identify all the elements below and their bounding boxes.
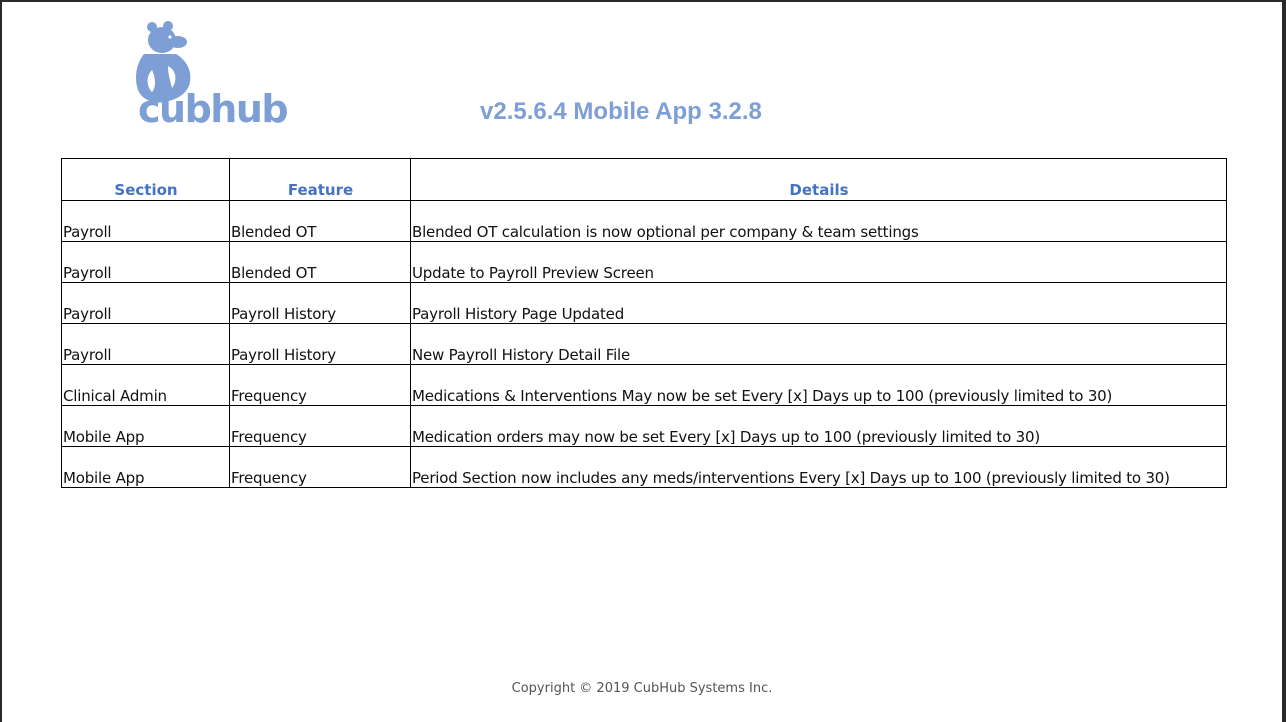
column-header-section: Section [61,158,230,201]
cell-section: Mobile App [61,405,230,447]
cell-details: Blended OT calculation is now optional p… [410,200,1227,242]
cell-details: Medications & Interventions May now be s… [410,364,1227,406]
cell-details: New Payroll History Detail File [410,323,1227,365]
cell-details: Medication orders may now be set Every [… [410,405,1227,447]
table-header-row: Section Feature Details [61,158,1227,201]
cubhub-logo: cubhub [130,20,305,138]
table-row: Payroll Payroll History Payroll History … [61,282,1227,324]
cell-details: Payroll History Page Updated [410,282,1227,324]
column-header-feature: Feature [229,158,411,201]
cell-feature: Payroll History [229,282,411,324]
page-title: v2.5.6.4 Mobile App 3.2.8 [480,98,762,125]
table-row: Clinical Admin Frequency Medications & I… [61,364,1227,406]
cell-section: Mobile App [61,446,230,488]
cell-section: Payroll [61,323,230,365]
copyright-footer: Copyright © 2019 CubHub Systems Inc. [511,681,773,696]
cell-section: Payroll [61,200,230,242]
cell-details: Update to Payroll Preview Screen [410,241,1227,283]
column-header-details: Details [410,158,1227,201]
table-row: Payroll Blended OT Blended OT calculatio… [61,200,1227,242]
table-row: Payroll Payroll History New Payroll Hist… [61,323,1227,365]
table-row: Mobile App Frequency Period Section now … [61,446,1227,488]
cell-section: Payroll [61,282,230,324]
cell-feature: Blended OT [229,241,411,283]
document-page: cubhub v2.5.6.4 Mobile App 3.2.8 Section… [2,2,1282,722]
table-row: Payroll Blended OT Update to Payroll Pre… [61,241,1227,283]
cell-feature: Frequency [229,446,411,488]
release-notes-table: Section Feature Details Payroll Blended … [61,158,1227,488]
cell-feature: Frequency [229,364,411,406]
cell-details: Period Section now includes any meds/int… [410,446,1227,488]
cell-section: Payroll [61,241,230,283]
logo-wordmark: cubhub [138,87,289,131]
cell-feature: Payroll History [229,323,411,365]
cell-feature: Blended OT [229,200,411,242]
cell-section: Clinical Admin [61,364,230,406]
cell-feature: Frequency [229,405,411,447]
table-row: Mobile App Frequency Medication orders m… [61,405,1227,447]
